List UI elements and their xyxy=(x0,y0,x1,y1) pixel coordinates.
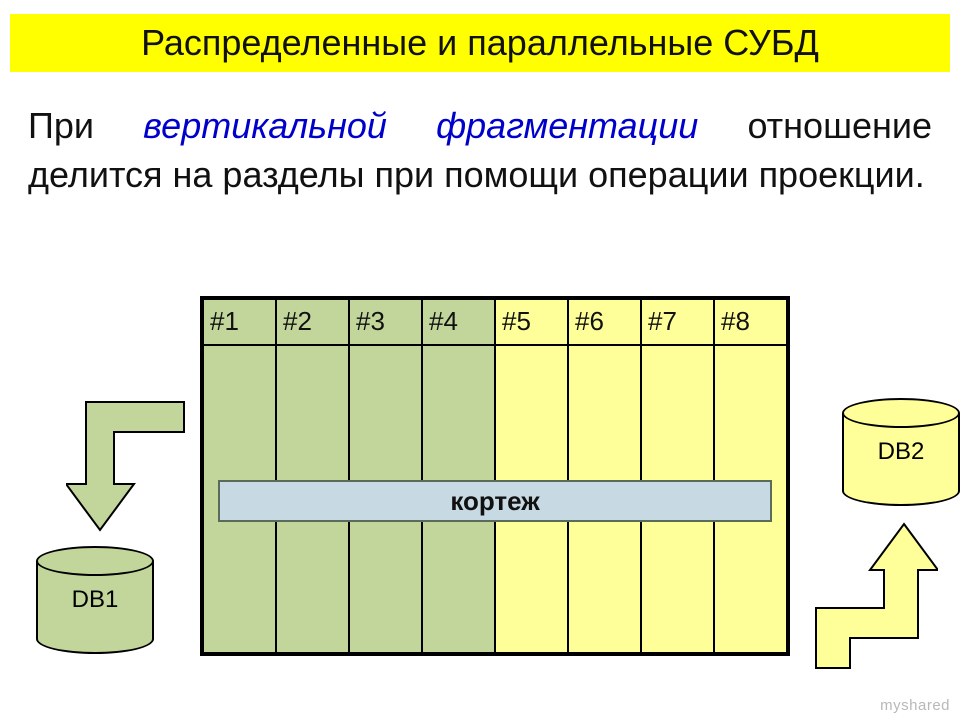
table-col: #6 xyxy=(569,300,642,652)
table-col: #5 xyxy=(496,300,569,652)
column-header: #3 xyxy=(350,300,421,346)
column-header: #8 xyxy=(715,300,786,346)
paragraph-emphasis: вертикальной фрагментации xyxy=(143,105,698,146)
table-col: #2 xyxy=(277,300,350,652)
tuple-row-label: кортеж xyxy=(218,480,772,522)
db2-cylinder-icon: DB2 xyxy=(842,398,960,506)
slide-paragraph: При вертикальной фрагментации отношение … xyxy=(28,102,932,199)
table-col: #3 xyxy=(350,300,423,652)
arrow-to-db1-icon xyxy=(66,398,186,538)
column-header: #5 xyxy=(496,300,567,346)
arrow-to-db2-icon xyxy=(808,520,938,670)
column-header: #7 xyxy=(642,300,713,346)
table-col: #4 xyxy=(423,300,496,652)
cylinder-top xyxy=(842,398,960,428)
slide-title: Распределенные и параллельные СУБД xyxy=(10,14,950,72)
table-col: #1 xyxy=(204,300,277,652)
column-header: #4 xyxy=(423,300,494,346)
column-header: #6 xyxy=(569,300,640,346)
cylinder-top xyxy=(36,546,154,576)
column-header: #1 xyxy=(204,300,275,346)
watermark: myshared xyxy=(880,697,950,714)
db1-cylinder-icon: DB1 xyxy=(36,546,154,654)
table-col: #8 xyxy=(715,300,786,652)
table-col: #7 xyxy=(642,300,715,652)
paragraph-pre: При xyxy=(28,105,143,146)
column-header: #2 xyxy=(277,300,348,346)
relation-table: #1 #2 #3 #4 #5 #6 #7 #8 xyxy=(200,296,790,656)
